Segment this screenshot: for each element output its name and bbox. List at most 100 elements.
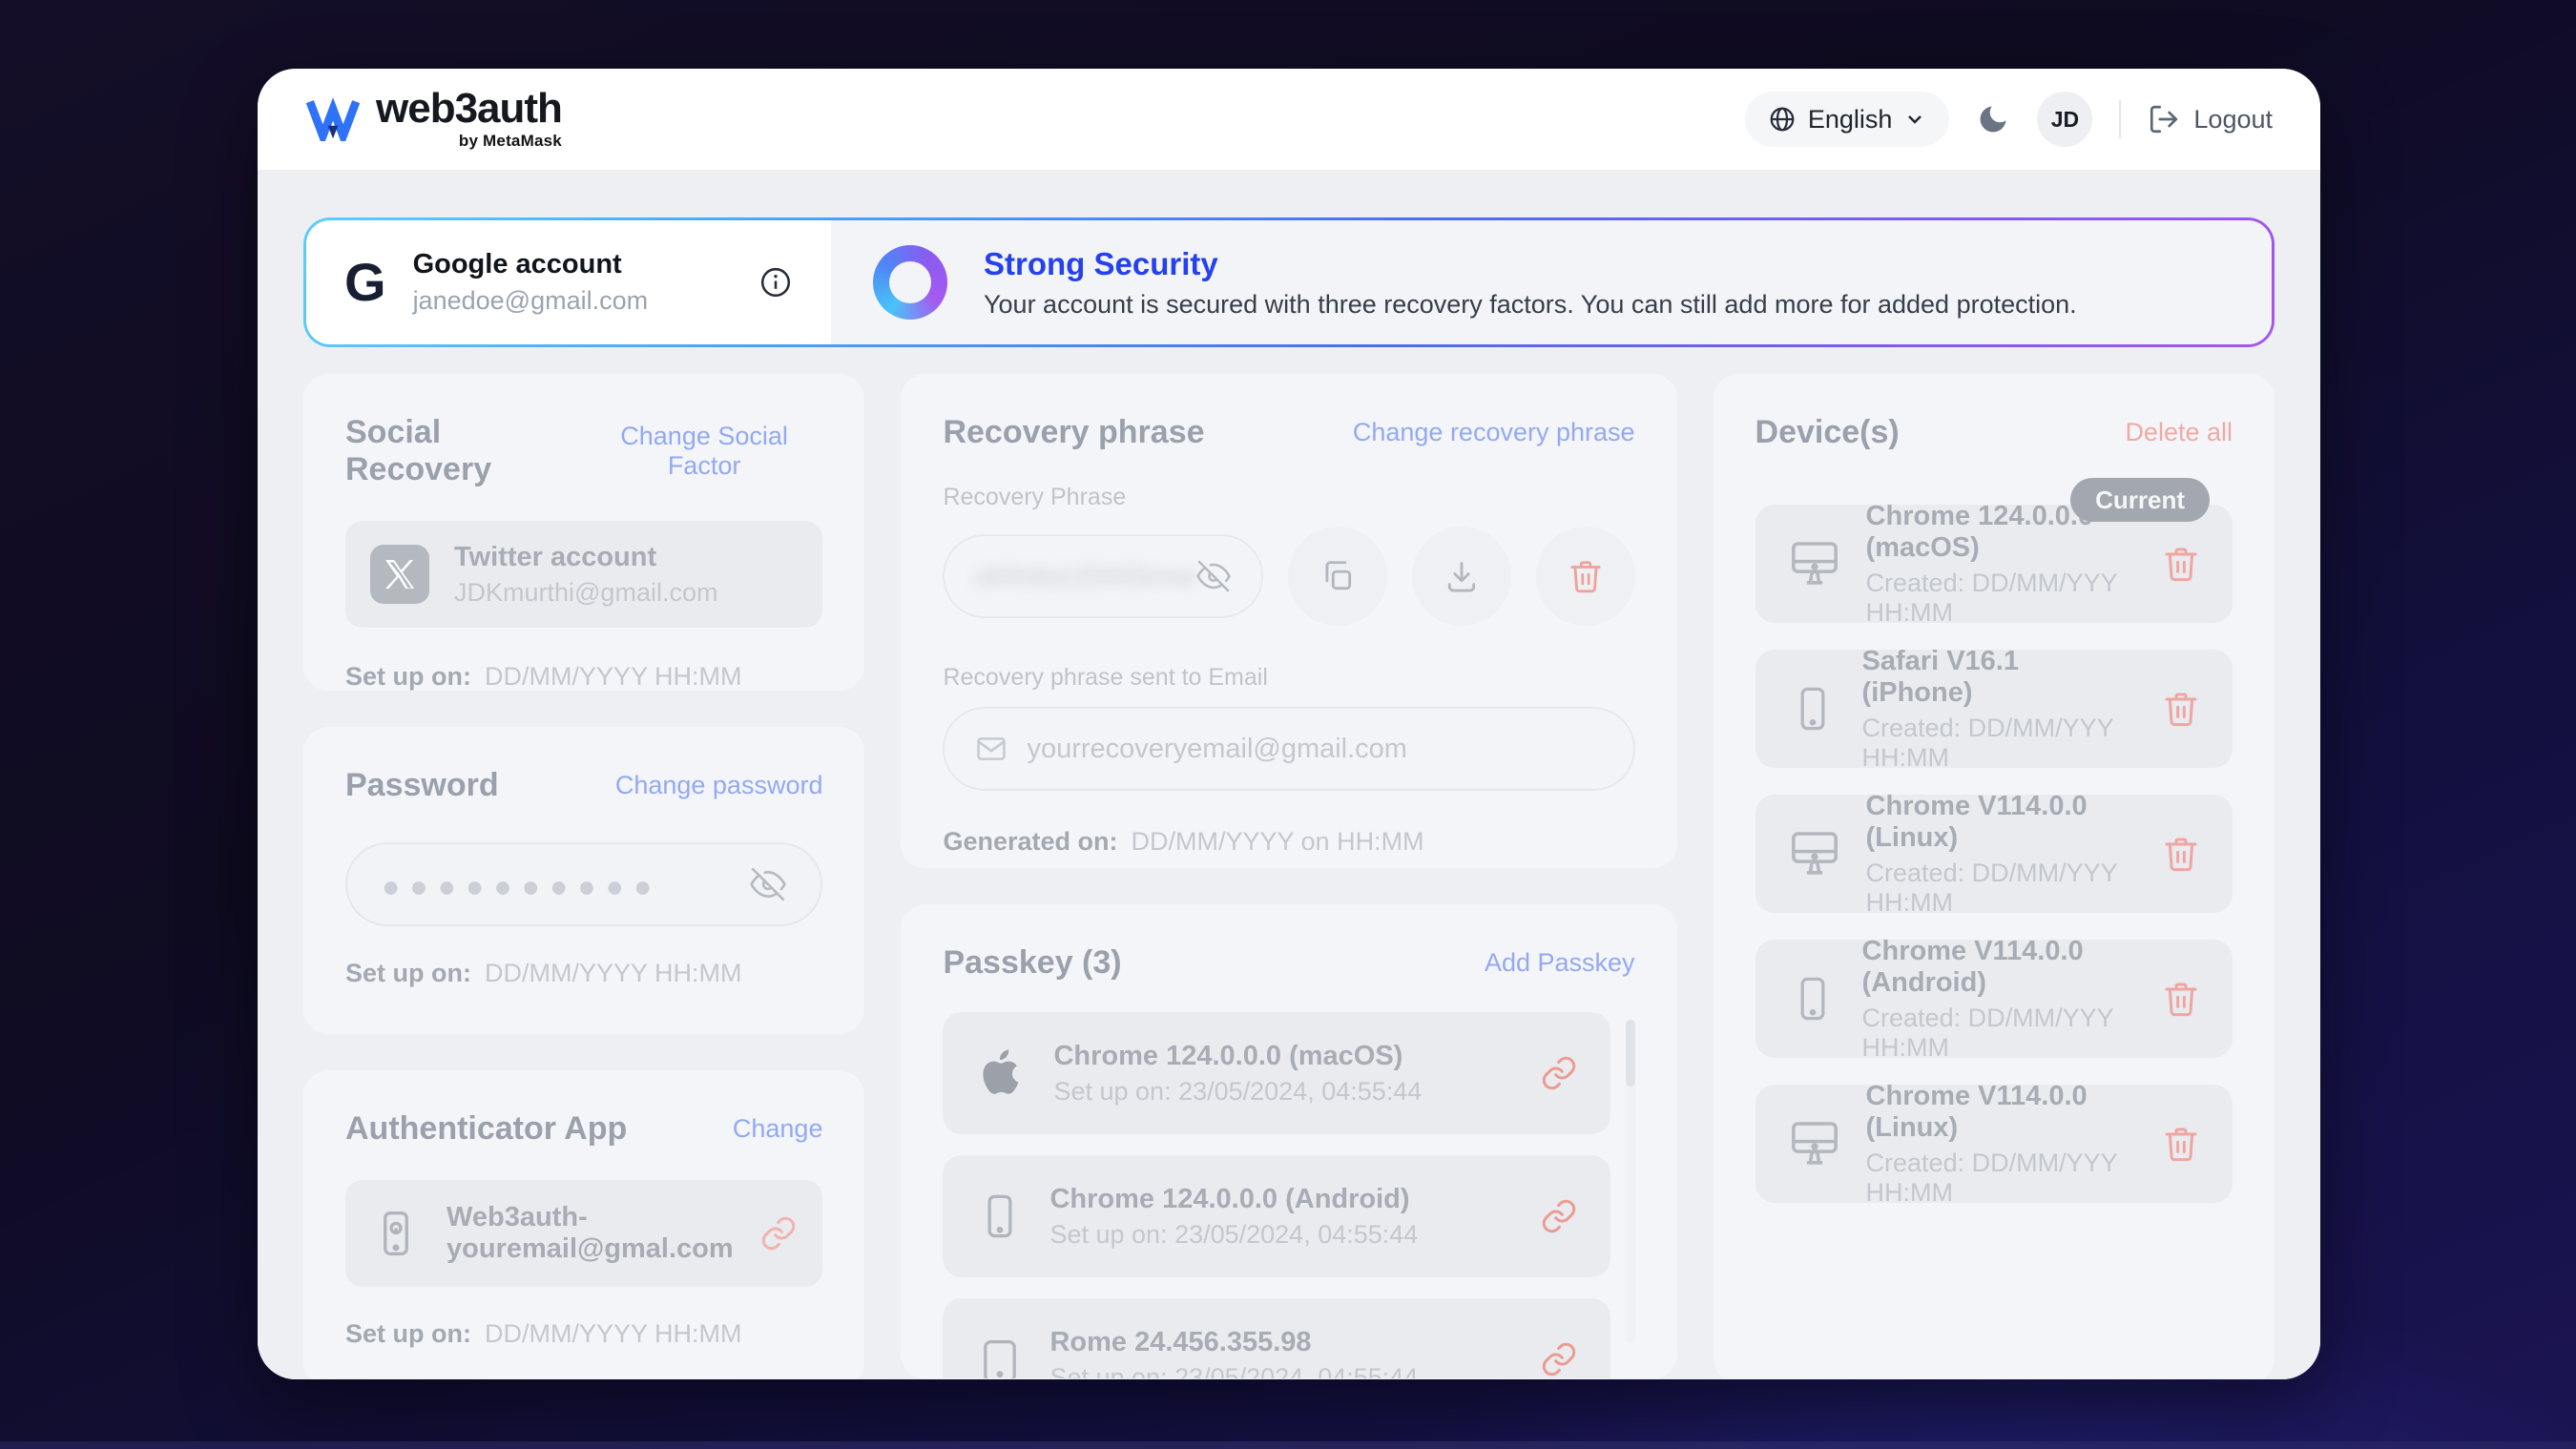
authenticator-item: Web3auth-youremail@gmal.com (345, 1180, 822, 1287)
scrollbar-thumb[interactable] (1626, 1020, 1635, 1087)
twitter-account-item: Twitter account JDKmurthi@gmail.com (345, 521, 822, 628)
content-area: G Google account janedoe@gmail.com Stro (258, 170, 2320, 1379)
trash-icon (2162, 980, 2200, 1018)
logout-button[interactable]: Logout (2148, 103, 2273, 135)
password-field[interactable]: ●●●●●●●●●● (345, 842, 822, 926)
chevron-down-icon (1903, 108, 1926, 131)
passkey-row: Chrome 124.0.0.0 (macOS) Set up on: 23/0… (943, 1012, 1610, 1134)
recovery-phrase-masked: aKfmbvLtDHGkrnw (975, 562, 1195, 591)
delete-phrase-button[interactable] (1536, 527, 1635, 626)
trash-icon (2162, 835, 2200, 873)
copy-phrase-button[interactable] (1288, 527, 1387, 626)
apple-icon (975, 1046, 1028, 1100)
delete-device-button[interactable] (2162, 1125, 2200, 1163)
dark-mode-toggle[interactable] (1976, 102, 2010, 136)
setup-value: DD/MM/YYYY HH:MM (485, 1319, 742, 1349)
passkey-link-button[interactable] (1540, 1054, 1578, 1092)
passkey-card: Passkey (3) Add Passkey Chrome 124.0.0.0… (901, 904, 1676, 1379)
trash-icon (1568, 558, 1604, 594)
brand-name: web3auth (376, 88, 562, 130)
unlink-button[interactable] (759, 1214, 798, 1252)
card-title: Device(s) (1755, 414, 1900, 451)
passkey-row: Rome 24.456.355.98 Set up on: 23/05/2024… (943, 1298, 1610, 1378)
delete-all-devices-link[interactable]: Delete all (2125, 418, 2233, 447)
device-row: Chrome V114.0.0 (Android) Created: DD/MM… (1755, 940, 2233, 1058)
trash-icon (2162, 1125, 2200, 1163)
header: web3auth by MetaMask English JD (258, 69, 2320, 170)
card-title: Authenticator App (345, 1110, 627, 1148)
avatar[interactable]: JD (2037, 92, 2092, 147)
phone-icon (370, 1208, 422, 1259)
setup-label: Set up on: (345, 959, 471, 988)
provider-title: Google account (413, 249, 649, 280)
card-title: Password (345, 767, 499, 804)
eye-off-icon[interactable] (750, 866, 786, 902)
delete-device-button[interactable] (2162, 835, 2200, 873)
recovery-email-label: Recovery phrase sent to Email (943, 664, 1634, 692)
device-icon (975, 1335, 1025, 1378)
copy-icon (1319, 558, 1356, 594)
globe-icon (1768, 105, 1797, 134)
link-icon (1540, 1054, 1578, 1092)
unlink-icon (759, 1214, 798, 1252)
recovery-email-field[interactable]: yourrecoveryemail@gmail.com (943, 707, 1634, 791)
header-controls: English JD Logout (1745, 92, 2273, 147)
main-panel: web3auth by MetaMask English JD (258, 69, 2320, 1379)
phone-icon (975, 1191, 1025, 1241)
device-row: Current Chrome 124.0.0.0 (macOS) Created… (1755, 505, 2233, 623)
passkey-row: Chrome 124.0.0.0 (Android) Set up on: 23… (943, 1155, 1610, 1277)
authenticator-card: Authenticator App Change Web3auth-yourem… (303, 1070, 864, 1379)
delete-device-button[interactable] (2162, 545, 2200, 583)
account-email: JDKmurthi@gmail.com (454, 578, 798, 608)
change-authenticator-link[interactable]: Change (733, 1114, 823, 1144)
device-row: Chrome V114.0.0 (Linux) Created: DD/MM/Y… (1755, 1085, 2233, 1203)
monitor-icon (1788, 537, 1841, 590)
security-ring-icon (873, 245, 947, 320)
security-status: Strong Security Your account is secured … (831, 220, 2272, 344)
security-banner: G Google account janedoe@gmail.com Stro (303, 217, 2275, 347)
change-password-link[interactable]: Change password (615, 771, 823, 800)
card-title: Recovery phrase (943, 414, 1204, 451)
mail-icon (975, 733, 1008, 765)
brand-logo: web3auth by MetaMask (305, 88, 562, 151)
logout-icon (2148, 103, 2180, 135)
change-social-factor-link[interactable]: Change Social Factor (586, 422, 823, 481)
generated-value: DD/MM/YYYY on HH:MM (1132, 827, 1424, 857)
phone-icon (1788, 684, 1838, 734)
device-row: Chrome V114.0.0 (Linux) Created: DD/MM/Y… (1755, 795, 2233, 913)
language-label: English (1808, 105, 1893, 135)
device-row: Safari V16.1 (iPhone) Created: DD/MM/YYY… (1755, 650, 2233, 768)
add-passkey-link[interactable]: Add Passkey (1485, 948, 1635, 978)
security-title: Strong Security (984, 246, 2077, 282)
setup-label: Set up on: (345, 1319, 471, 1349)
account-title: Twitter account (454, 542, 798, 573)
authenticator-account: Web3auth-youremail@gmal.com (447, 1202, 735, 1265)
language-selector[interactable]: English (1745, 92, 1950, 147)
passkey-list: Chrome 124.0.0.0 (macOS) Set up on: 23/0… (943, 1012, 1634, 1378)
cards-grid: Social Recovery Change Social Factor Twi… (303, 374, 2275, 1379)
passkey-scrollbar[interactable] (1626, 1020, 1635, 1344)
devices-list: Current Chrome 124.0.0.0 (macOS) Created… (1755, 505, 2233, 1203)
delete-device-button[interactable] (2162, 980, 2200, 1018)
trash-icon (2162, 690, 2200, 728)
link-icon (1540, 1197, 1578, 1235)
setup-value: DD/MM/YYYY HH:MM (485, 662, 742, 692)
change-recovery-phrase-link[interactable]: Change recovery phrase (1353, 418, 1635, 447)
trash-icon (2162, 545, 2200, 583)
download-phrase-button[interactable] (1412, 527, 1511, 626)
brand-byline: by MetaMask (459, 132, 562, 151)
phone-icon (1788, 974, 1838, 1024)
card-title: Social Recovery (345, 414, 586, 488)
delete-device-button[interactable] (2162, 690, 2200, 728)
monitor-icon (1788, 1117, 1841, 1170)
web3auth-logo-icon (305, 97, 361, 141)
eye-off-icon[interactable] (1196, 559, 1231, 593)
recovery-email-value: yourrecoveryemail@gmail.com (1027, 734, 1407, 765)
passkey-link-button[interactable] (1540, 1340, 1578, 1378)
info-button[interactable] (758, 265, 793, 300)
logout-label: Logout (2193, 105, 2273, 135)
x-logo-icon (370, 545, 429, 604)
recovery-phrase-field[interactable]: aKfmbvLtDHGkrnw (943, 534, 1262, 618)
info-icon (758, 265, 793, 300)
passkey-link-button[interactable] (1540, 1197, 1578, 1235)
